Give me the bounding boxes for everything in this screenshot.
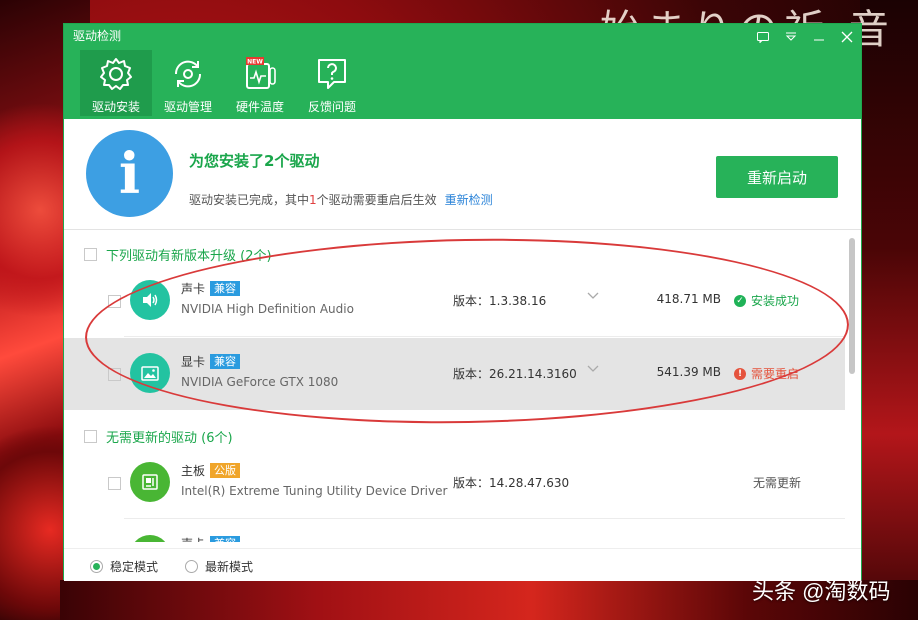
upgrade-group-header[interactable]: 下列驱动有新版本升级 (2个) (84, 244, 272, 264)
window-title: 驱动检测 (73, 29, 122, 43)
gear-icon (100, 58, 132, 90)
title-bar: 驱动检测 驱动安装 驱动管理 NEW 硬件温度 反馈问题 (64, 24, 861, 119)
check-icon: ✓ (734, 294, 746, 307)
public-tag: 公版 (210, 463, 241, 478)
question-icon (318, 59, 346, 89)
info-icon: i (86, 130, 173, 217)
chevron-down-icon[interactable] (587, 289, 599, 303)
driver-row[interactable]: 声卡 兼容 NVIDIA High Definition Audio 版本：1.… (64, 265, 845, 337)
driver-row[interactable]: 声卡 兼容 (64, 520, 845, 542)
latest-mode-option[interactable]: 最新模式 (185, 558, 253, 575)
tab-hardware-temp[interactable]: NEW 硬件温度 (224, 50, 296, 116)
install-summary: i 为您安装了2个驱动 驱动安装已完成，其中1个驱动需要重启后生效 重新检测 重新… (64, 119, 861, 230)
driver-version: 版本：1.3.38.16 (453, 294, 547, 308)
checkbox[interactable] (108, 368, 121, 381)
driver-size: 541.39 MB (656, 365, 721, 379)
motherboard-icon (130, 462, 170, 502)
checkbox[interactable] (84, 429, 97, 443)
tab-label: 驱动管理 (163, 100, 212, 114)
tab-label: 反馈问题 (307, 100, 356, 114)
tab-feedback[interactable]: 反馈问题 (296, 50, 368, 116)
menu-icon[interactable] (781, 27, 801, 47)
refresh-icon (174, 60, 202, 88)
tab-label: 硬件温度 (235, 100, 284, 114)
radio-checked (90, 560, 103, 573)
minimize-icon[interactable] (809, 27, 829, 47)
driver-type: 主板 公版 (181, 462, 241, 479)
driver-name: NVIDIA High Definition Audio (181, 302, 354, 316)
mode-footer: 稳定模式 最新模式 (64, 548, 861, 581)
speaker-icon (130, 280, 170, 320)
status-badge: ! 需要重启 (734, 365, 799, 382)
status-badge: ✓ 安装成功 (734, 292, 799, 309)
main-tabs: 驱动安装 驱动管理 NEW 硬件温度 反馈问题 (80, 50, 368, 116)
driver-version: 版本：26.21.14.3160 (453, 367, 577, 381)
close-icon[interactable] (837, 27, 857, 47)
display-icon (130, 353, 170, 393)
driver-name: Intel(R) Extreme Tuning Utility Device D… (181, 484, 448, 498)
scrollbar[interactable] (849, 238, 855, 374)
driver-detect-window: 驱动检测 驱动安装 驱动管理 NEW 硬件温度 反馈问题 i 为您安装了2个驱动… (63, 23, 862, 581)
speaker-icon (130, 535, 170, 542)
checkbox[interactable] (84, 247, 97, 261)
compat-tag: 兼容 (210, 536, 241, 542)
driver-type: 声卡 兼容 (181, 535, 241, 542)
driver-size: 418.71 MB (656, 292, 721, 306)
compat-tag: 兼容 (210, 281, 241, 296)
driver-row[interactable]: 主板 公版 Intel(R) Extreme Tuning Utility De… (64, 447, 845, 519)
checkbox[interactable] (108, 295, 121, 308)
warning-icon: ! (734, 367, 746, 380)
compat-tag: 兼容 (210, 354, 241, 369)
tab-label: 驱动安装 (91, 100, 140, 114)
driver-name: NVIDIA GeForce GTX 1080 (181, 375, 339, 389)
chevron-down-icon[interactable] (587, 362, 599, 376)
feedback-icon[interactable] (753, 27, 773, 47)
radio-unchecked (185, 560, 198, 573)
new-badge: NEW (247, 59, 263, 66)
stable-mode-option[interactable]: 稳定模式 (90, 558, 158, 575)
restart-button[interactable]: 重新启动 (716, 156, 838, 198)
driver-list: 下列驱动有新版本升级 (2个) 声卡 兼容 NVIDIA High Defini… (64, 230, 861, 542)
tab-driver-install[interactable]: 驱动安装 (80, 50, 152, 116)
status-text: 无需更新 (753, 476, 802, 490)
tab-driver-manage[interactable]: 驱动管理 (152, 50, 224, 116)
noupdate-group-header[interactable]: 无需更新的驱动 (6个) (84, 426, 233, 446)
driver-version: 版本：14.28.47.630 (453, 476, 570, 490)
checkbox[interactable] (108, 477, 121, 490)
driver-row[interactable]: 显卡 兼容 NVIDIA GeForce GTX 1080 版本：26.21.1… (64, 338, 845, 410)
recheck-link[interactable]: 重新检测 (445, 193, 493, 207)
summary-title: 为您安装了2个驱动 (189, 152, 320, 170)
summary-subtitle: 驱动安装已完成，其中1个驱动需要重启后生效 重新检测 (189, 193, 493, 207)
thermometer-icon: NEW (246, 57, 276, 89)
driver-type: 声卡 兼容 (181, 280, 241, 297)
driver-type: 显卡 兼容 (181, 353, 241, 370)
